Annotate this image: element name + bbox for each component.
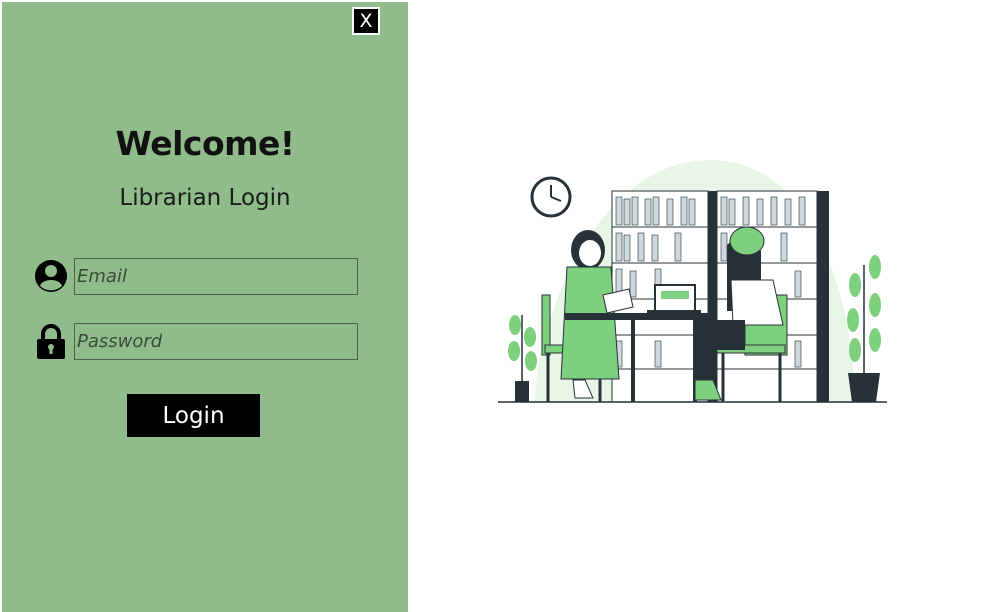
email-input[interactable]: [74, 258, 358, 295]
potted-plant-right: [847, 255, 881, 402]
padlock-icon: [37, 324, 65, 359]
close-button[interactable]: X: [352, 7, 380, 35]
wall-clock-icon: [530, 176, 572, 218]
librarian-login-subtitle: Librarian Login: [119, 185, 291, 211]
potted-plant-left: [508, 315, 537, 402]
login-button[interactable]: Login: [127, 394, 260, 437]
library-study-illustration: [498, 160, 887, 403]
laptop-icon: [647, 284, 701, 314]
user-avatar-icon: [35, 260, 67, 292]
welcome-heading: Welcome!: [115, 124, 295, 163]
login-panel: X Welcome! Librarian Login Login: [2, 2, 408, 612]
password-input[interactable]: [74, 323, 358, 360]
